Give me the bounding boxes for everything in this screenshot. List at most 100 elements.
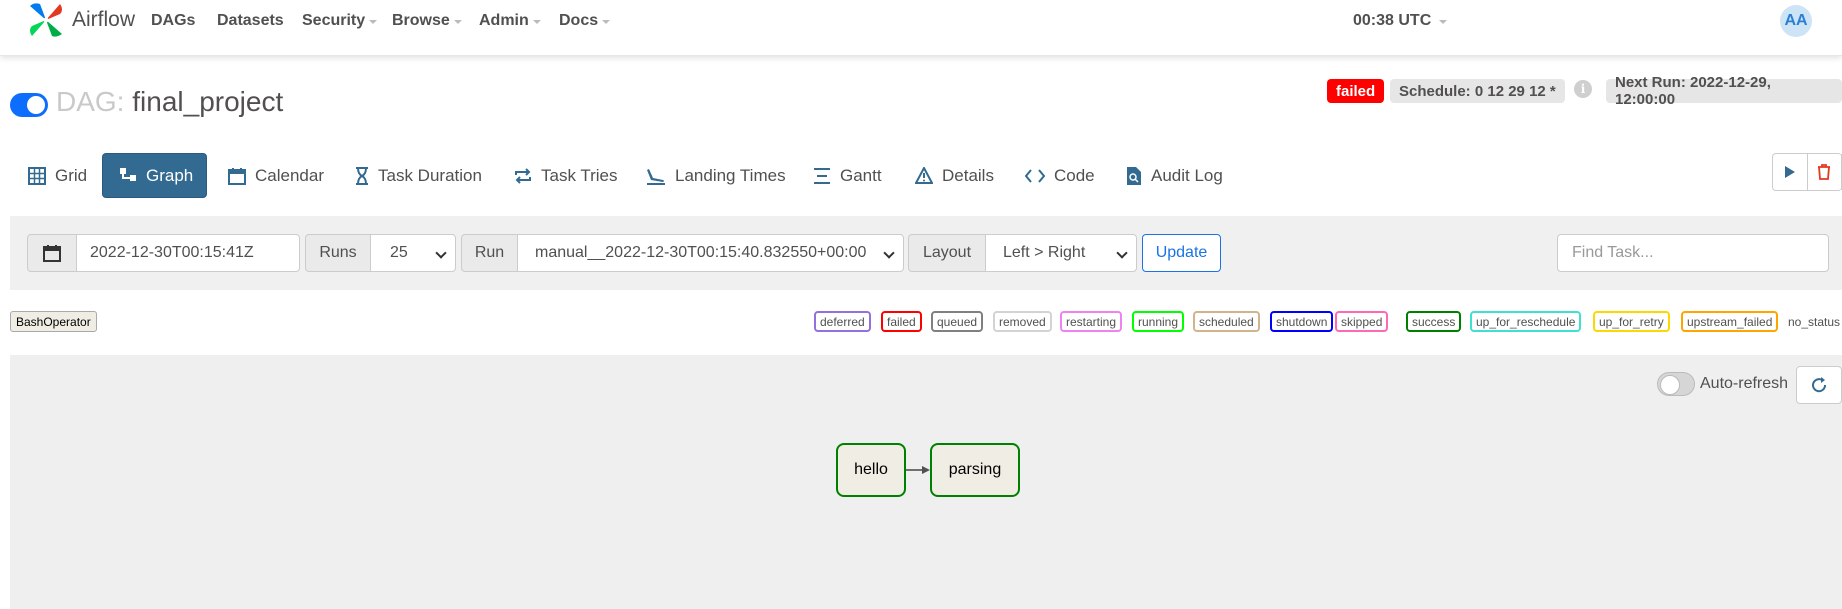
state-legend-no-status: no_status	[1788, 314, 1841, 329]
info-icon[interactable]: i	[1574, 80, 1592, 98]
run-select-value: manual__2022-12-30T00:15:40.832550+00:00	[535, 244, 867, 261]
tab-task-duration[interactable]: Task Duration	[339, 153, 498, 198]
tab-grid[interactable]: Grid	[12, 153, 103, 198]
warning-icon	[915, 166, 933, 184]
nav-datasets-label: Datasets	[217, 12, 284, 29]
state-legend-failed: failed	[881, 311, 922, 332]
nav-browse-label: Browse	[392, 12, 450, 29]
nav-security[interactable]: Security	[302, 12, 378, 30]
caret-down-icon	[532, 20, 541, 24]
auto-refresh-toggle[interactable]	[1657, 372, 1695, 396]
tab-audit-log[interactable]: Audit Log	[1110, 153, 1239, 198]
dag-status-badge: failed	[1327, 79, 1385, 103]
auto-refresh-control[interactable]: Auto-refresh	[1657, 372, 1788, 396]
task-node-parsing[interactable]: parsing	[930, 443, 1020, 497]
tab-task-duration-label: Task Duration	[378, 165, 482, 185]
state-legend-scheduled: scheduled	[1193, 311, 1260, 332]
nav-dags-label: DAGs	[151, 12, 196, 29]
task-edge	[906, 466, 930, 474]
next-run-badge: Next Run: 2022-12-29, 12:00:00	[1606, 74, 1842, 108]
nav-datasets[interactable]: Datasets	[217, 12, 284, 30]
graph-canvas[interactable]	[10, 355, 1842, 609]
tab-calendar[interactable]: Calendar	[212, 153, 340, 198]
dag-action-buttons	[1772, 153, 1842, 191]
user-avatar[interactable]: AA	[1780, 5, 1812, 37]
trash-icon	[1818, 164, 1831, 180]
page-title: DAG: final_project	[56, 86, 283, 118]
state-legend-removed: removed	[993, 311, 1052, 332]
auto-refresh-label: Auto-refresh	[1700, 375, 1789, 392]
code-icon	[1025, 168, 1045, 183]
tab-grid-label: Grid	[55, 165, 88, 185]
search-file-icon	[1127, 166, 1141, 185]
tab-landing-times-label: Landing Times	[675, 165, 786, 185]
chevron-down-icon	[435, 247, 447, 259]
nav-security-label: Security	[302, 12, 366, 29]
caret-down-icon	[1439, 20, 1448, 24]
dag-pause-toggle[interactable]	[10, 93, 48, 117]
calendar-icon	[43, 245, 61, 262]
nav-browse[interactable]: Browse	[392, 12, 462, 30]
run-label: Run	[461, 234, 518, 272]
caret-down-icon	[369, 20, 378, 24]
task-node-hello[interactable]: hello	[836, 443, 906, 497]
brand-link[interactable]: Airflow	[26, 0, 135, 40]
refresh-icon	[1812, 377, 1827, 393]
caret-down-icon	[602, 20, 611, 24]
delete-dag-button[interactable]	[1808, 154, 1842, 190]
refresh-button[interactable]	[1796, 366, 1842, 404]
state-legend-success: success	[1406, 311, 1462, 332]
runs-label: Runs	[305, 234, 371, 272]
base-date-input[interactable]: 2022-12-30T00:15:41Z	[77, 234, 300, 272]
state-legend-restarting: restarting	[1060, 311, 1123, 332]
nav-admin[interactable]: Admin	[479, 12, 541, 30]
state-legend-upstream-failed: upstream_failed	[1681, 311, 1779, 332]
state-legend-running: running	[1132, 311, 1185, 332]
airflow-logo-icon	[30, 3, 62, 37]
nav-docs-label: Docs	[559, 12, 599, 29]
dag-prefix: DAG:	[56, 86, 125, 117]
brand-name: Airflow	[72, 8, 136, 31]
tab-landing-times[interactable]: Landing Times	[630, 153, 802, 198]
hourglass-icon	[356, 166, 368, 185]
tab-task-tries-label: Task Tries	[541, 165, 618, 185]
tab-gantt[interactable]: Gantt	[797, 153, 898, 198]
date-picker-button[interactable]	[27, 234, 77, 272]
state-legend-deferred: deferred	[814, 311, 871, 332]
chevron-down-icon	[1116, 247, 1128, 259]
tab-details-label: Details	[942, 165, 994, 185]
nav-dags[interactable]: DAGs	[151, 12, 195, 30]
run-select[interactable]: manual__2022-12-30T00:15:40.832550+00:00	[517, 234, 904, 272]
gantt-icon	[814, 167, 830, 184]
caret-down-icon	[453, 20, 462, 24]
clock-dropdown[interactable]: 00:38 UTC	[1353, 12, 1448, 30]
tab-calendar-label: Calendar	[255, 165, 324, 185]
tab-audit-log-label: Audit Log	[1151, 165, 1223, 185]
layout-label: Layout	[908, 234, 986, 272]
tab-details[interactable]: Details	[899, 153, 1010, 198]
layout-select[interactable]: Left > Right	[985, 234, 1137, 272]
dag-name: final_project	[132, 86, 284, 117]
tab-code[interactable]: Code	[1009, 153, 1111, 198]
tab-task-tries[interactable]: Task Tries	[498, 153, 634, 198]
operator-legend-chip: BashOperator	[10, 311, 97, 332]
state-legend-up-for-reschedule: up_for_reschedule	[1470, 311, 1582, 332]
nav-docs[interactable]: Docs	[559, 12, 611, 30]
schedule-badge: Schedule: 0 12 29 12 *	[1390, 79, 1565, 103]
nav-admin-label: Admin	[479, 12, 529, 29]
find-task-input[interactable]: Find Task...	[1557, 234, 1829, 272]
update-button[interactable]: Update	[1142, 234, 1221, 272]
calendar-icon	[228, 167, 246, 185]
tab-graph-label: Graph	[146, 165, 194, 185]
state-legend-queued: queued	[931, 311, 984, 332]
tab-graph[interactable]: Graph	[102, 153, 207, 198]
play-icon	[1784, 166, 1795, 178]
layout-select-value: Left > Right	[1003, 244, 1086, 261]
tab-code-label: Code	[1054, 165, 1095, 185]
runs-select[interactable]: 25	[370, 234, 456, 272]
clock-label: 00:38 UTC	[1353, 12, 1432, 29]
trigger-dag-button[interactable]	[1773, 154, 1808, 190]
graph-icon	[120, 167, 136, 181]
state-legend-shutdown: shutdown	[1270, 311, 1334, 332]
runs-select-value: 25	[390, 244, 408, 261]
